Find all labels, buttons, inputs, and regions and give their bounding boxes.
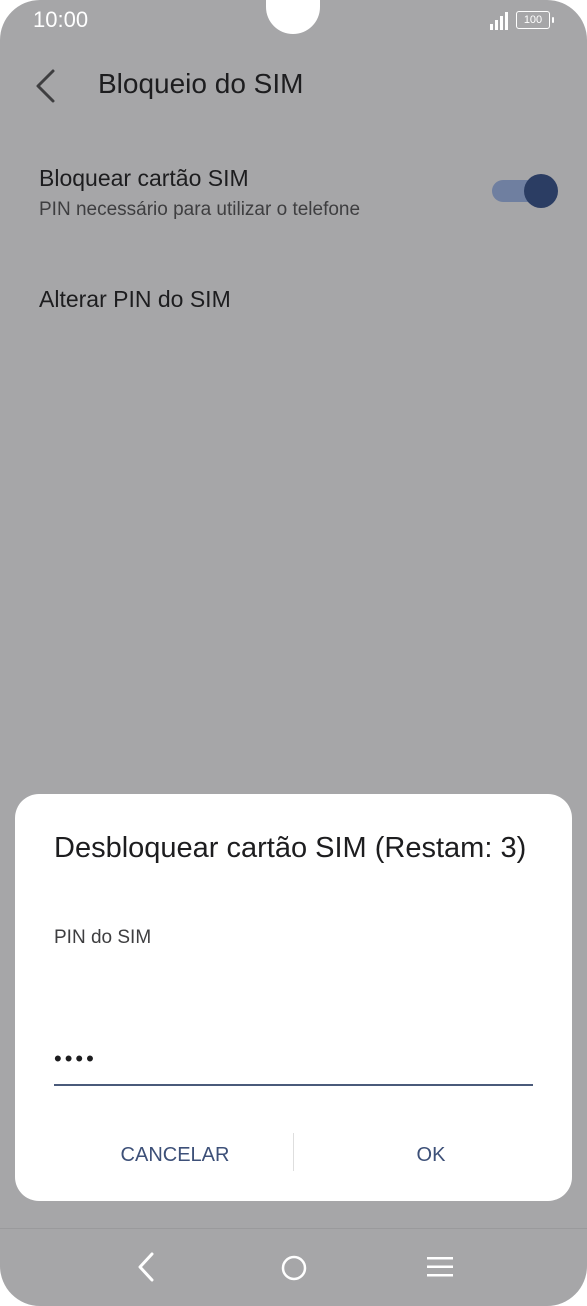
- navigation-bar: [0, 1228, 587, 1306]
- lock-sim-subtitle: PIN necessário para utilizar o telefone: [39, 199, 361, 220]
- pin-input[interactable]: ••••: [54, 1046, 97, 1072]
- nav-home-icon[interactable]: [280, 1254, 308, 1282]
- camera-notch: [266, 0, 320, 34]
- button-divider: [293, 1133, 294, 1171]
- pin-input-underline: [54, 1084, 533, 1086]
- screen: 10:00 100 Bloqueio do SIM Bloquear cartã…: [0, 0, 587, 1306]
- dialog-title: Desbloquear cartão SIM (Restam: 3): [54, 832, 527, 864]
- toggle-thumb: [524, 174, 558, 208]
- pin-field-label: PIN do SIM: [54, 927, 152, 948]
- unlock-sim-dialog: Desbloquear cartão SIM (Restam: 3) PIN d…: [15, 794, 572, 1201]
- cancel-button[interactable]: CANCELAR: [55, 1134, 295, 1176]
- ok-button[interactable]: OK: [311, 1134, 551, 1176]
- back-arrow-icon[interactable]: [33, 68, 57, 104]
- battery-icon: 100: [516, 11, 554, 29]
- nav-back-icon[interactable]: [135, 1251, 157, 1283]
- lock-sim-toggle[interactable]: [492, 174, 558, 208]
- lock-sim-title: Bloquear cartão SIM: [39, 165, 249, 191]
- nav-menu-icon[interactable]: [427, 1256, 453, 1278]
- signal-icon: [490, 12, 508, 30]
- status-time: 10:00: [33, 7, 89, 32]
- battery-level: 100: [523, 14, 543, 26]
- page-title: Bloqueio do SIM: [98, 68, 304, 99]
- change-pin-setting[interactable]: Alterar PIN do SIM: [39, 286, 231, 313]
